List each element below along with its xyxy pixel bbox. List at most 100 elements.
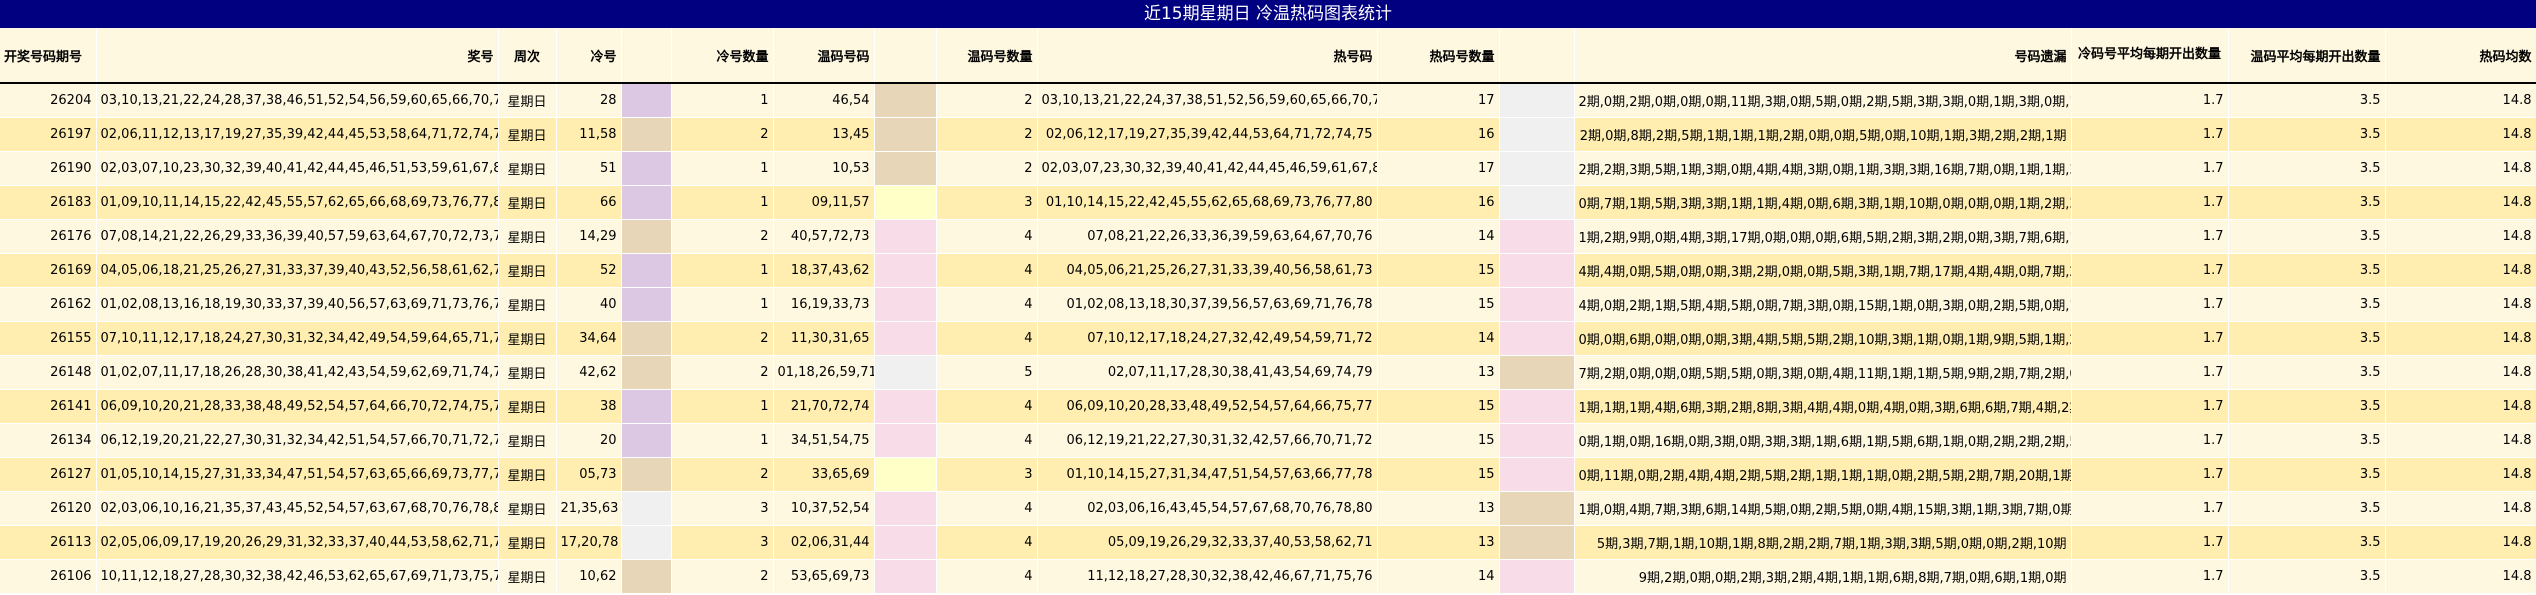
header-hot-avg[interactable]: 热码均数	[2385, 28, 2536, 84]
cold-cell: 28	[556, 83, 622, 118]
warm-cell: 13,45	[773, 117, 875, 152]
hot-count-cell: 14	[1377, 219, 1500, 254]
header-hot-count[interactable]: 热码号数量	[1377, 28, 1500, 84]
hot-cell: 01,02,08,13,18,30,37,39,56,57,63,69,71,7…	[1037, 287, 1378, 322]
header-warm[interactable]: 温码号码	[773, 28, 875, 84]
hot-count-cell: 16	[1377, 185, 1500, 220]
table-row[interactable]: 26127 01,05,10,14,15,27,31,33,34,47,51,54…	[0, 457, 2536, 492]
warm-avg-cell: 3.5	[2228, 219, 2386, 254]
header-warm-count[interactable]: 温码号数量	[936, 28, 1038, 84]
hot-count-bar	[1499, 83, 1575, 118]
cold-cell: 42,62	[556, 355, 622, 390]
table-row[interactable]: 26148 01,02,07,11,17,18,26,28,30,38,41,42…	[0, 355, 2536, 390]
table-row[interactable]: 26197 02,06,11,12,13,17,19,27,35,39,42,44…	[0, 117, 2536, 152]
hot-count-bar	[1499, 219, 1575, 254]
hot-cell: 02,07,11,17,28,30,38,41,43,54,69,74,79	[1037, 355, 1378, 390]
table-row[interactable]: 26169 04,05,06,18,21,25,26,27,31,33,37,39…	[0, 253, 2536, 288]
omission-cell: 9期,2期,0期,0期,2期,3期,2期,4期,1期,1期,6期,8期,7期,0…	[1574, 559, 2072, 594]
period-cell: 26113	[0, 525, 97, 560]
hot-count-bar	[1499, 491, 1575, 526]
cold-count-bar	[621, 83, 672, 118]
period-cell: 26120	[0, 491, 97, 526]
table-row[interactable]: 26183 01,09,10,11,14,15,22,42,45,55,57,62…	[0, 185, 2536, 220]
header-hot[interactable]: 热号码	[1037, 28, 1378, 84]
header-hot-bar	[1499, 28, 1575, 84]
cold-count-cell: 1	[671, 287, 774, 322]
hot-count-cell: 13	[1377, 491, 1500, 526]
warm-count-cell: 4	[936, 253, 1038, 288]
cold-cell: 40	[556, 287, 622, 322]
warm-cell: 18,37,43,62	[773, 253, 875, 288]
numbers-cell: 01,09,10,11,14,15,22,42,45,55,57,62,65,6…	[96, 185, 499, 220]
table-row[interactable]: 26141 06,09,10,20,21,28,33,38,48,49,52,54…	[0, 389, 2536, 424]
numbers-cell: 10,11,12,18,27,28,30,32,38,42,46,53,62,6…	[96, 559, 499, 594]
warm-avg-cell: 3.5	[2228, 457, 2386, 492]
numbers-cell: 04,05,06,18,21,25,26,27,31,33,37,39,40,4…	[96, 253, 499, 288]
cold-count-bar	[621, 525, 672, 560]
cold-cell: 20	[556, 423, 622, 458]
hot-count-bar	[1499, 457, 1575, 492]
table-row[interactable]: 26190 02,03,07,10,23,30,32,39,40,41,42,44…	[0, 151, 2536, 186]
hot-count-cell: 15	[1377, 457, 1500, 492]
cold-cell: 17,20,78	[556, 525, 622, 560]
warm-cell: 33,65,69	[773, 457, 875, 492]
omission-cell: 7期,2期,0期,0期,0期,5期,5期,0期,3期,0期,4期,11期,1期,…	[1574, 355, 2072, 390]
hot-count-bar	[1499, 559, 1575, 594]
table-row[interactable]: 26120 02,03,06,10,16,21,35,37,43,45,52,54…	[0, 491, 2536, 526]
warm-cell: 09,11,57	[773, 185, 875, 220]
numbers-cell: 01,02,08,13,16,18,19,30,33,37,39,40,56,5…	[96, 287, 499, 322]
warm-avg-cell: 3.5	[2228, 321, 2386, 356]
hot-cell: 04,05,06,21,25,26,27,31,33,39,40,56,58,6…	[1037, 253, 1378, 288]
omission-cell: 2期,0期,2期,0期,0期,0期,11期,3期,0期,5期,0期,2期,5期,…	[1574, 83, 2072, 118]
warm-avg-cell: 3.5	[2228, 389, 2386, 424]
numbers-cell: 02,03,07,10,23,30,32,39,40,41,42,44,45,4…	[96, 151, 499, 186]
cold-count-bar	[621, 185, 672, 220]
omission-cell: 0期,1期,0期,16期,0期,3期,0期,3期,3期,1期,6期,1期,5期,…	[1574, 423, 2072, 458]
header-weekday[interactable]: 周次	[498, 28, 557, 84]
warm-count-bar	[874, 117, 937, 152]
header-cold[interactable]: 冷号	[556, 28, 622, 84]
hot-count-bar	[1499, 117, 1575, 152]
table-row[interactable]: 26204 03,10,13,21,22,24,28,37,38,46,51,52…	[0, 83, 2536, 118]
warm-avg-cell: 3.5	[2228, 491, 2386, 526]
header-row: 开奖号码期号 奖号 周次 冷号 冷号数量 温码号码 温码号数量 热号码 热码号数…	[0, 28, 2536, 84]
omission-cell: 0期,0期,6期,0期,0期,0期,3期,4期,5期,5期,2期,10期,3期,…	[1574, 321, 2072, 356]
header-cold-avg[interactable]: 冷码号平均每期开出数量	[2071, 28, 2229, 84]
cold-cell: 11,58	[556, 117, 622, 152]
hot-count-cell: 16	[1377, 117, 1500, 152]
hot-count-bar	[1499, 287, 1575, 322]
omission-cell: 2期,2期,3期,5期,1期,3期,0期,4期,4期,3期,0期,1期,3期,3…	[1574, 151, 2072, 186]
hot-cell: 01,10,14,15,27,31,34,47,51,54,57,63,66,7…	[1037, 457, 1378, 492]
header-numbers[interactable]: 奖号	[96, 28, 499, 84]
warm-cell: 40,57,72,73	[773, 219, 875, 254]
hot-cell: 01,10,14,15,22,42,45,55,62,65,68,69,73,7…	[1037, 185, 1378, 220]
weekday-cell: 星期日	[498, 117, 557, 152]
warm-count-cell: 4	[936, 219, 1038, 254]
table-row[interactable]: 26134 06,12,19,20,21,22,27,30,31,32,34,42…	[0, 423, 2536, 458]
cold-count-bar	[621, 423, 672, 458]
hot-count-cell: 17	[1377, 151, 1500, 186]
header-cold-count[interactable]: 冷号数量	[671, 28, 774, 84]
header-warm-avg[interactable]: 温码平均每期开出数量	[2228, 28, 2386, 84]
warm-avg-cell: 3.5	[2228, 423, 2386, 458]
numbers-cell: 02,03,06,10,16,21,35,37,43,45,52,54,57,6…	[96, 491, 499, 526]
table-row[interactable]: 26106 10,11,12,18,27,28,30,32,38,42,46,53…	[0, 559, 2536, 594]
header-period[interactable]: 开奖号码期号	[0, 28, 97, 84]
cold-cell: 52	[556, 253, 622, 288]
cold-count-bar	[621, 559, 672, 594]
table-row[interactable]: 26176 07,08,14,21,22,26,29,33,36,39,40,57…	[0, 219, 2536, 254]
cold-cell: 10,62	[556, 559, 622, 594]
table-row[interactable]: 26155 07,10,11,12,17,18,24,27,30,31,32,34…	[0, 321, 2536, 356]
hot-count-cell: 14	[1377, 559, 1500, 594]
table-row[interactable]: 26162 01,02,08,13,16,18,19,30,33,37,39,40…	[0, 287, 2536, 322]
cold-cell: 21,35,63	[556, 491, 622, 526]
hot-avg-cell: 14.8	[2385, 321, 2536, 356]
header-omission[interactable]: 号码遗漏	[1574, 28, 2072, 84]
warm-avg-cell: 3.5	[2228, 559, 2386, 594]
table-row[interactable]: 26113 02,05,06,09,17,19,20,26,29,31,32,33…	[0, 525, 2536, 560]
omission-cell: 0期,7期,1期,5期,3期,3期,1期,1期,4期,0期,6期,3期,1期,1…	[1574, 185, 2072, 220]
warm-count-bar	[874, 525, 937, 560]
hot-avg-cell: 14.8	[2385, 219, 2536, 254]
hot-count-cell: 13	[1377, 355, 1500, 390]
warm-count-cell: 4	[936, 525, 1038, 560]
